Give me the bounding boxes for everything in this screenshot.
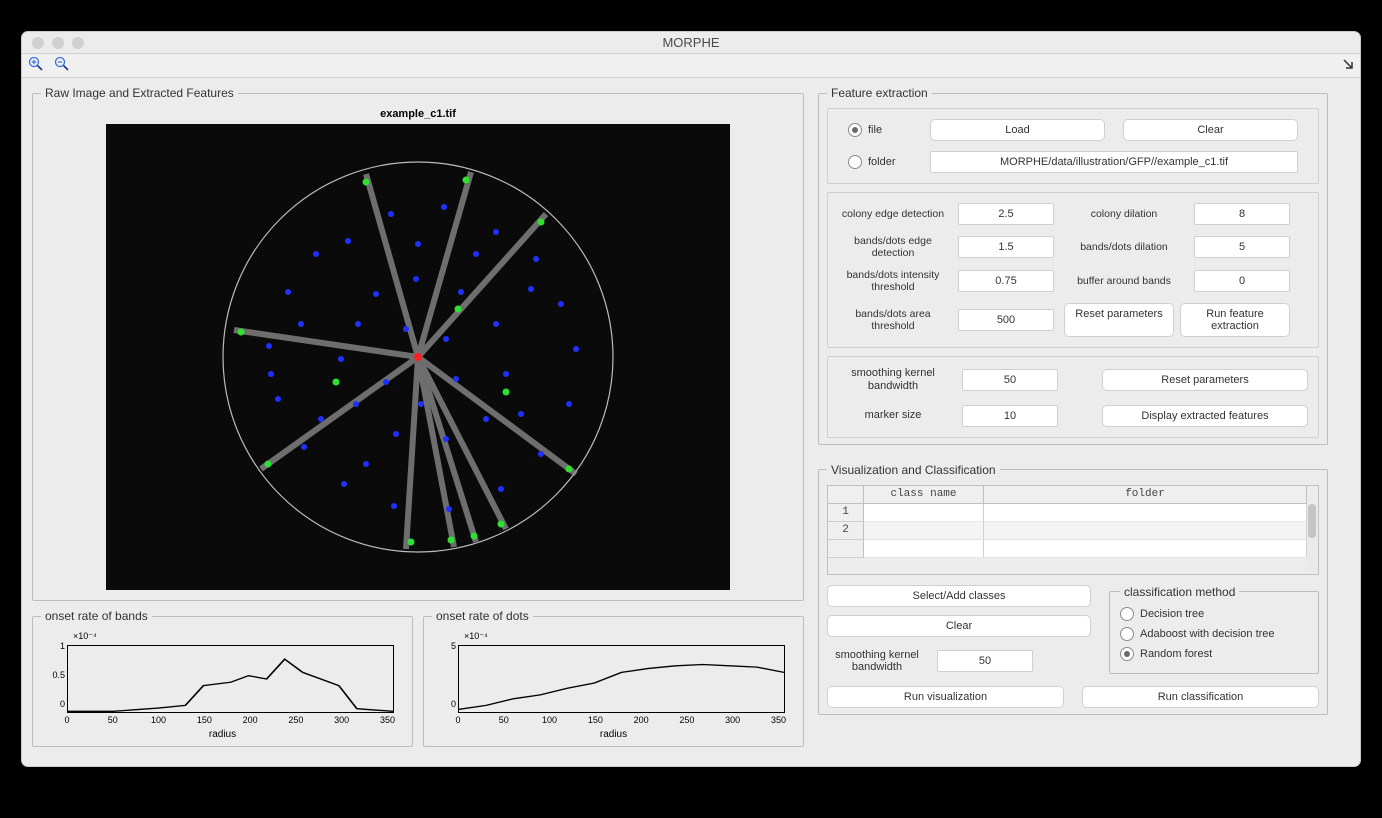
panel-visualization: Visualization and Classification class n… <box>818 463 1328 715</box>
table-cell[interactable] <box>984 540 1307 558</box>
zoom-out-icon[interactable] <box>54 56 70 75</box>
dock-icon[interactable] <box>1342 58 1354 73</box>
marker-input[interactable]: 10 <box>962 405 1058 427</box>
load-button[interactable]: Load <box>930 119 1105 141</box>
file-box: file Load Clear folder MORPHE/data/illus… <box>827 108 1319 184</box>
table-cell[interactable] <box>864 540 984 558</box>
table-scrollbar[interactable] <box>1307 504 1317 573</box>
table-cell[interactable] <box>984 504 1307 522</box>
table-cell[interactable] <box>864 504 984 522</box>
bd-dilation-input[interactable]: 5 <box>1194 236 1290 258</box>
cm-title: classification method <box>1120 585 1239 599</box>
colony-edge-input[interactable]: 2.5 <box>958 203 1054 225</box>
display-box: smoothing kernel bandwidth 50 Reset para… <box>827 356 1319 437</box>
panel-feature-extraction: Feature extraction file Load Clear <box>818 86 1328 445</box>
bd-intensity-input[interactable]: 0.75 <box>958 270 1054 292</box>
toolbar <box>22 54 1360 78</box>
bands-exp: ×10⁻⁴ <box>73 631 97 642</box>
viz-skb-label: smoothing kernel bandwidth <box>827 649 927 674</box>
raw-image-view <box>106 124 730 590</box>
clear-classes-button[interactable]: Clear <box>827 615 1091 637</box>
dots-plot-title: onset rate of dots <box>432 609 533 623</box>
folder-radio-label: folder <box>868 156 896 168</box>
panel-feat-title: Feature extraction <box>827 86 932 100</box>
image-title: example_c1.tif <box>41 108 795 120</box>
classification-method-box: classification method Decision tree Adab… <box>1109 585 1319 674</box>
buffer-input[interactable]: 0 <box>1194 270 1290 292</box>
display-features-button[interactable]: Display extracted features <box>1102 405 1308 427</box>
decision-tree-radio[interactable] <box>1120 607 1134 621</box>
random-forest-radio[interactable] <box>1120 647 1134 661</box>
col-folder: folder <box>984 486 1307 504</box>
panel-bands-plot: onset rate of bands ×10⁻⁴ 1 0.5 0 <box>32 609 413 747</box>
panel-raw-title: Raw Image and Extracted Features <box>41 86 238 100</box>
panel-raw-image: Raw Image and Extracted Features example… <box>32 86 804 601</box>
run-classification-button[interactable]: Run classification <box>1082 686 1319 708</box>
colony-dilation-label: colony dilation <box>1064 208 1184 220</box>
bd-area-label: bands/dots area threshold <box>838 308 948 332</box>
app-window: MORPHE Raw Image and Extracted Features … <box>22 32 1360 766</box>
zoom-in-icon[interactable] <box>28 56 44 75</box>
bd-edge-label: bands/dots edge detection <box>838 235 948 259</box>
col-class-name: class name <box>864 486 984 504</box>
bd-edge-input[interactable]: 1.5 <box>958 236 1054 258</box>
adaboost-radio[interactable] <box>1120 627 1134 641</box>
colony-edge-label: colony edge detection <box>838 208 948 220</box>
file-radio[interactable] <box>848 123 862 137</box>
folder-radio[interactable] <box>848 155 862 169</box>
reset-display-button[interactable]: Reset parameters <box>1102 369 1308 391</box>
viz-skb-input[interactable]: 50 <box>937 650 1033 672</box>
params-box: colony edge detection 2.5 colony dilatio… <box>827 192 1319 348</box>
bands-plot-title: onset rate of bands <box>41 609 152 623</box>
colony-dilation-input[interactable]: 8 <box>1194 203 1290 225</box>
run-visualization-button[interactable]: Run visualization <box>827 686 1064 708</box>
reset-params-button[interactable]: Reset parameters <box>1064 303 1174 337</box>
dots-xlabel: radius <box>432 729 795 740</box>
window-title: MORPHE <box>22 35 1360 50</box>
run-feature-extraction-button[interactable]: Run feature extraction <box>1180 303 1290 337</box>
skb-label: smoothing kernel bandwidth <box>838 367 948 392</box>
table-cell[interactable] <box>864 522 984 540</box>
class-table[interactable]: class name folder 1 2 <box>827 485 1319 575</box>
titlebar: MORPHE <box>22 32 1360 54</box>
buffer-label: buffer around bands <box>1064 275 1184 287</box>
panel-viz-title: Visualization and Classification <box>827 463 1000 477</box>
select-add-classes-button[interactable]: Select/Add classes <box>827 585 1091 607</box>
bands-chart <box>67 645 394 713</box>
bd-intensity-label: bands/dots intensity threshold <box>838 269 948 293</box>
path-input[interactable]: MORPHE/data/illustration/GFP//example_c1… <box>930 151 1298 173</box>
table-cell[interactable] <box>984 522 1307 540</box>
clear-button[interactable]: Clear <box>1123 119 1298 141</box>
file-radio-label: file <box>868 124 882 136</box>
bd-dilation-label: bands/dots dilation <box>1064 241 1184 253</box>
marker-label: marker size <box>838 409 948 422</box>
skb-input[interactable]: 50 <box>962 369 1058 391</box>
bands-xlabel: radius <box>41 729 404 740</box>
dots-exp: ×10⁻⁴ <box>464 631 488 642</box>
dots-chart <box>458 645 785 713</box>
bd-area-input[interactable]: 500 <box>958 309 1054 331</box>
panel-dots-plot: onset rate of dots ×10⁻⁴ 5 0 <box>423 609 804 747</box>
